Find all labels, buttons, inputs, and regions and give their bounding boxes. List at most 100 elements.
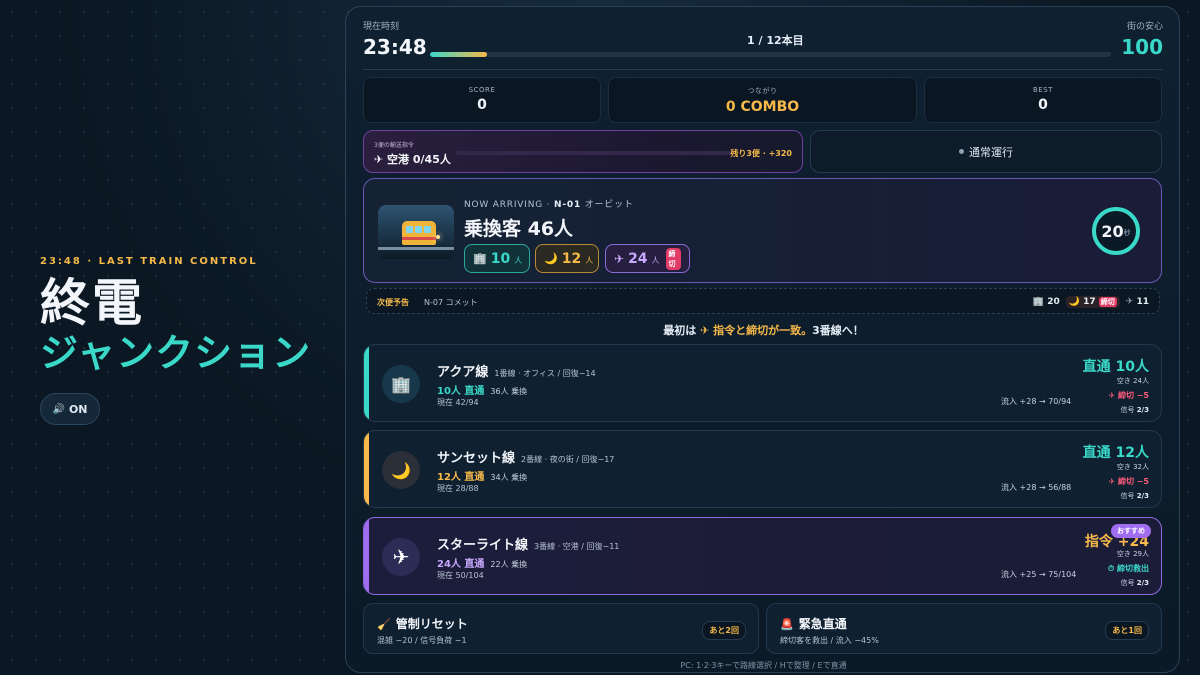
line-direct: 24人 直通 22人 乗換 [437, 559, 528, 570]
broom-icon: 🧹 [377, 618, 391, 631]
next-train-id: N-07 コメット [424, 298, 478, 307]
game-title-line1: 終電 [40, 274, 144, 332]
game-title-line2: ジャンクション [40, 331, 312, 375]
line-inflow: 流入 +25 → 75/104 [1001, 570, 1077, 579]
sound-toggle-label: ON [68, 402, 88, 416]
deadline-tag: 締切 [665, 247, 681, 270]
keyboard-help: PC: 1·2·3キーで路線選択 / Hで整理 / Eで直通 [680, 661, 847, 670]
brand-area: 23:48 · LAST TRAIN CONTROL 終電 ジャンクション [40, 256, 311, 375]
night-count: 12 [561, 250, 582, 267]
skill-name: 🧹 管制リセット [377, 617, 468, 631]
office-building-icon: 🏢 [382, 365, 420, 403]
brand-kicker: 23:48 · LAST TRAIN CONTROL [40, 256, 258, 267]
arrival-passenger-total: 乗換客 46人 [464, 218, 574, 240]
emergency-direct-button[interactable]: 🚨 緊急直通 締切客を救出 / 流入 −45% あと1回 [766, 603, 1162, 654]
train-progress-fill [430, 52, 487, 57]
transport-order: 3便の輸送指令 ✈ 空港 0/45人 残り3便 · +320 [363, 130, 803, 173]
next-train-preview: 次便予告 N-07 コメット 🏢 20 🌙 17 締切 ✈ 11 [366, 288, 1160, 314]
line-signal: 信号 2/3 [1120, 579, 1149, 587]
hint-message: 最初は ✈ 指令と締切が一致。3番線へ！ [663, 324, 864, 337]
moon-icon: 🌙 [544, 252, 558, 265]
combo-value: 0 COMBO [725, 99, 800, 115]
office-icon: 🏢 [1032, 297, 1045, 307]
line-vacancy: 空き 24人 [1116, 377, 1149, 385]
next-train-label: 次便予告 [377, 298, 409, 307]
skill-description: 混雑 −20 / 信号負荷 −1 [377, 636, 467, 645]
airplane-icon: ✈ [382, 538, 420, 576]
score-label: SCORE [468, 86, 496, 94]
time-label: 現在時刻 [363, 22, 400, 32]
line-color-edge [364, 518, 369, 594]
line-card-aqua[interactable]: 🏢 アクア線 1番線 · オフィス / 回復−14 10人 直通 36人 乗換 現在… [363, 344, 1162, 422]
header: 現在時刻 23:48 1 / 12本目 街の安心 100 [363, 19, 1163, 69]
operation-status-label: 通常運行 [969, 145, 1013, 159]
line-color-edge [364, 431, 369, 507]
moon-icon: 🌙 [382, 451, 420, 489]
header-divider [363, 69, 1163, 70]
line-current: 現在 50/104 [437, 571, 484, 580]
skill-remaining: あと1回 [1105, 621, 1149, 640]
current-time: 23:48 [363, 35, 427, 59]
skill-remaining: あと2回 [702, 621, 746, 640]
speaker-icon: 🔊 [52, 403, 65, 415]
recommended-badge: おすすめ [1111, 524, 1151, 538]
countdown-timer: 20 秒 [1092, 207, 1140, 255]
line-signal: 信号 2/3 [1120, 492, 1149, 500]
order-label: 3便の輸送指令 [374, 142, 414, 149]
line-name: サンセット線 2番線 · 夜の街 / 回復−17 [437, 451, 615, 466]
operation-status: 通常運行 [810, 130, 1162, 173]
office-count: 10 [490, 250, 511, 267]
skill-description: 締切客を救出 / 流入 −45% [780, 636, 879, 645]
timer-unit: 秒 [1123, 228, 1131, 237]
line-inflow: 流入 +28 → 56/88 [1001, 483, 1072, 492]
best-card: BEST 0 [924, 77, 1162, 123]
order-remaining: 残り3便 · +320 [730, 149, 792, 158]
next-train-counts: 🏢 20 🌙 17 締切 ✈ 11 [1032, 296, 1149, 308]
best-value: 0 [1038, 97, 1048, 113]
line-deadline: ✈ 締切 −5 [1108, 477, 1149, 486]
sound-toggle-button[interactable]: 🔊 ON [40, 393, 100, 425]
siren-icon: 🚨 [780, 618, 794, 631]
score-value: 0 [477, 97, 487, 113]
airplane-icon: ✈ [614, 251, 625, 266]
status-dot-icon [959, 149, 964, 154]
line-direct: 10人 直通 36人 乗換 [437, 386, 528, 397]
line-signal: 信号 2/3 [1120, 406, 1149, 414]
line-card-starlight[interactable]: ✈ スターライト線 3番線 · 空港 / 回復−11 24人 直通 22人 乗換 現… [363, 517, 1162, 595]
moon-icon: 🌙 [1068, 297, 1080, 307]
order-progress-bar [456, 151, 732, 155]
skill-name: 🚨 緊急直通 [780, 617, 847, 631]
line-card-sunset[interactable]: 🌙 サンセット線 2番線 · 夜の街 / 回復−17 12人 直通 34人 乗換 現… [363, 430, 1162, 508]
airplane-icon: ✈ [1125, 297, 1134, 307]
arrival-train-id: N-01 [554, 200, 582, 210]
airport-count: 24 [628, 250, 648, 267]
office-icon: 🏢 [473, 252, 487, 265]
game-panel: 現在時刻 23:48 1 / 12本目 街の安心 100 SCORE 0 つなが… [345, 6, 1180, 673]
combo-label: つながり [747, 87, 778, 95]
line-name: スターライト線 3番線 · 空港 / 回復−11 [437, 538, 620, 553]
line-direct: 12人 直通 34人 乗換 [437, 472, 528, 483]
line-name: アクア線 1番線 · オフィス / 回復−14 [437, 365, 596, 380]
train-progress-bar [430, 52, 1111, 57]
control-reset-button[interactable]: 🧹 管制リセット 混雑 −20 / 信号負荷 −1 あと2回 [363, 603, 759, 654]
line-headline: 直通 12人 [1082, 445, 1149, 461]
best-label: BEST [1033, 86, 1053, 94]
timer-value: 20 [1101, 221, 1124, 241]
train-icon [378, 205, 454, 259]
arriving-train-card: NOW ARRIVING · N-01 オービット 乗換客 46人 🏢 10 人… [363, 178, 1162, 283]
line-deadline: ✈ 締切 −5 [1108, 391, 1149, 400]
train-progress-label: 1 / 12本目 [747, 34, 804, 47]
line-vacancy: 空き 29人 [1116, 550, 1149, 558]
order-value: ✈ 空港 0/45人 [374, 153, 451, 166]
safety-label: 街の安心 [1126, 22, 1163, 32]
line-color-edge [364, 345, 369, 421]
line-headline: 直通 10人 [1082, 359, 1149, 375]
line-deadline: ⏱ 締切救出 [1107, 564, 1149, 573]
arrival-kicker: NOW ARRIVING · N-01 オービット [464, 200, 634, 210]
office-passenger-chip: 🏢 10 人 [464, 244, 530, 273]
line-current: 現在 28/88 [437, 484, 479, 493]
safety-value: 100 [1121, 35, 1163, 59]
score-card: SCORE 0 [363, 77, 601, 123]
night-passenger-chip: 🌙 12 人 [535, 244, 599, 273]
arrival-train-name: オービット [584, 200, 634, 210]
